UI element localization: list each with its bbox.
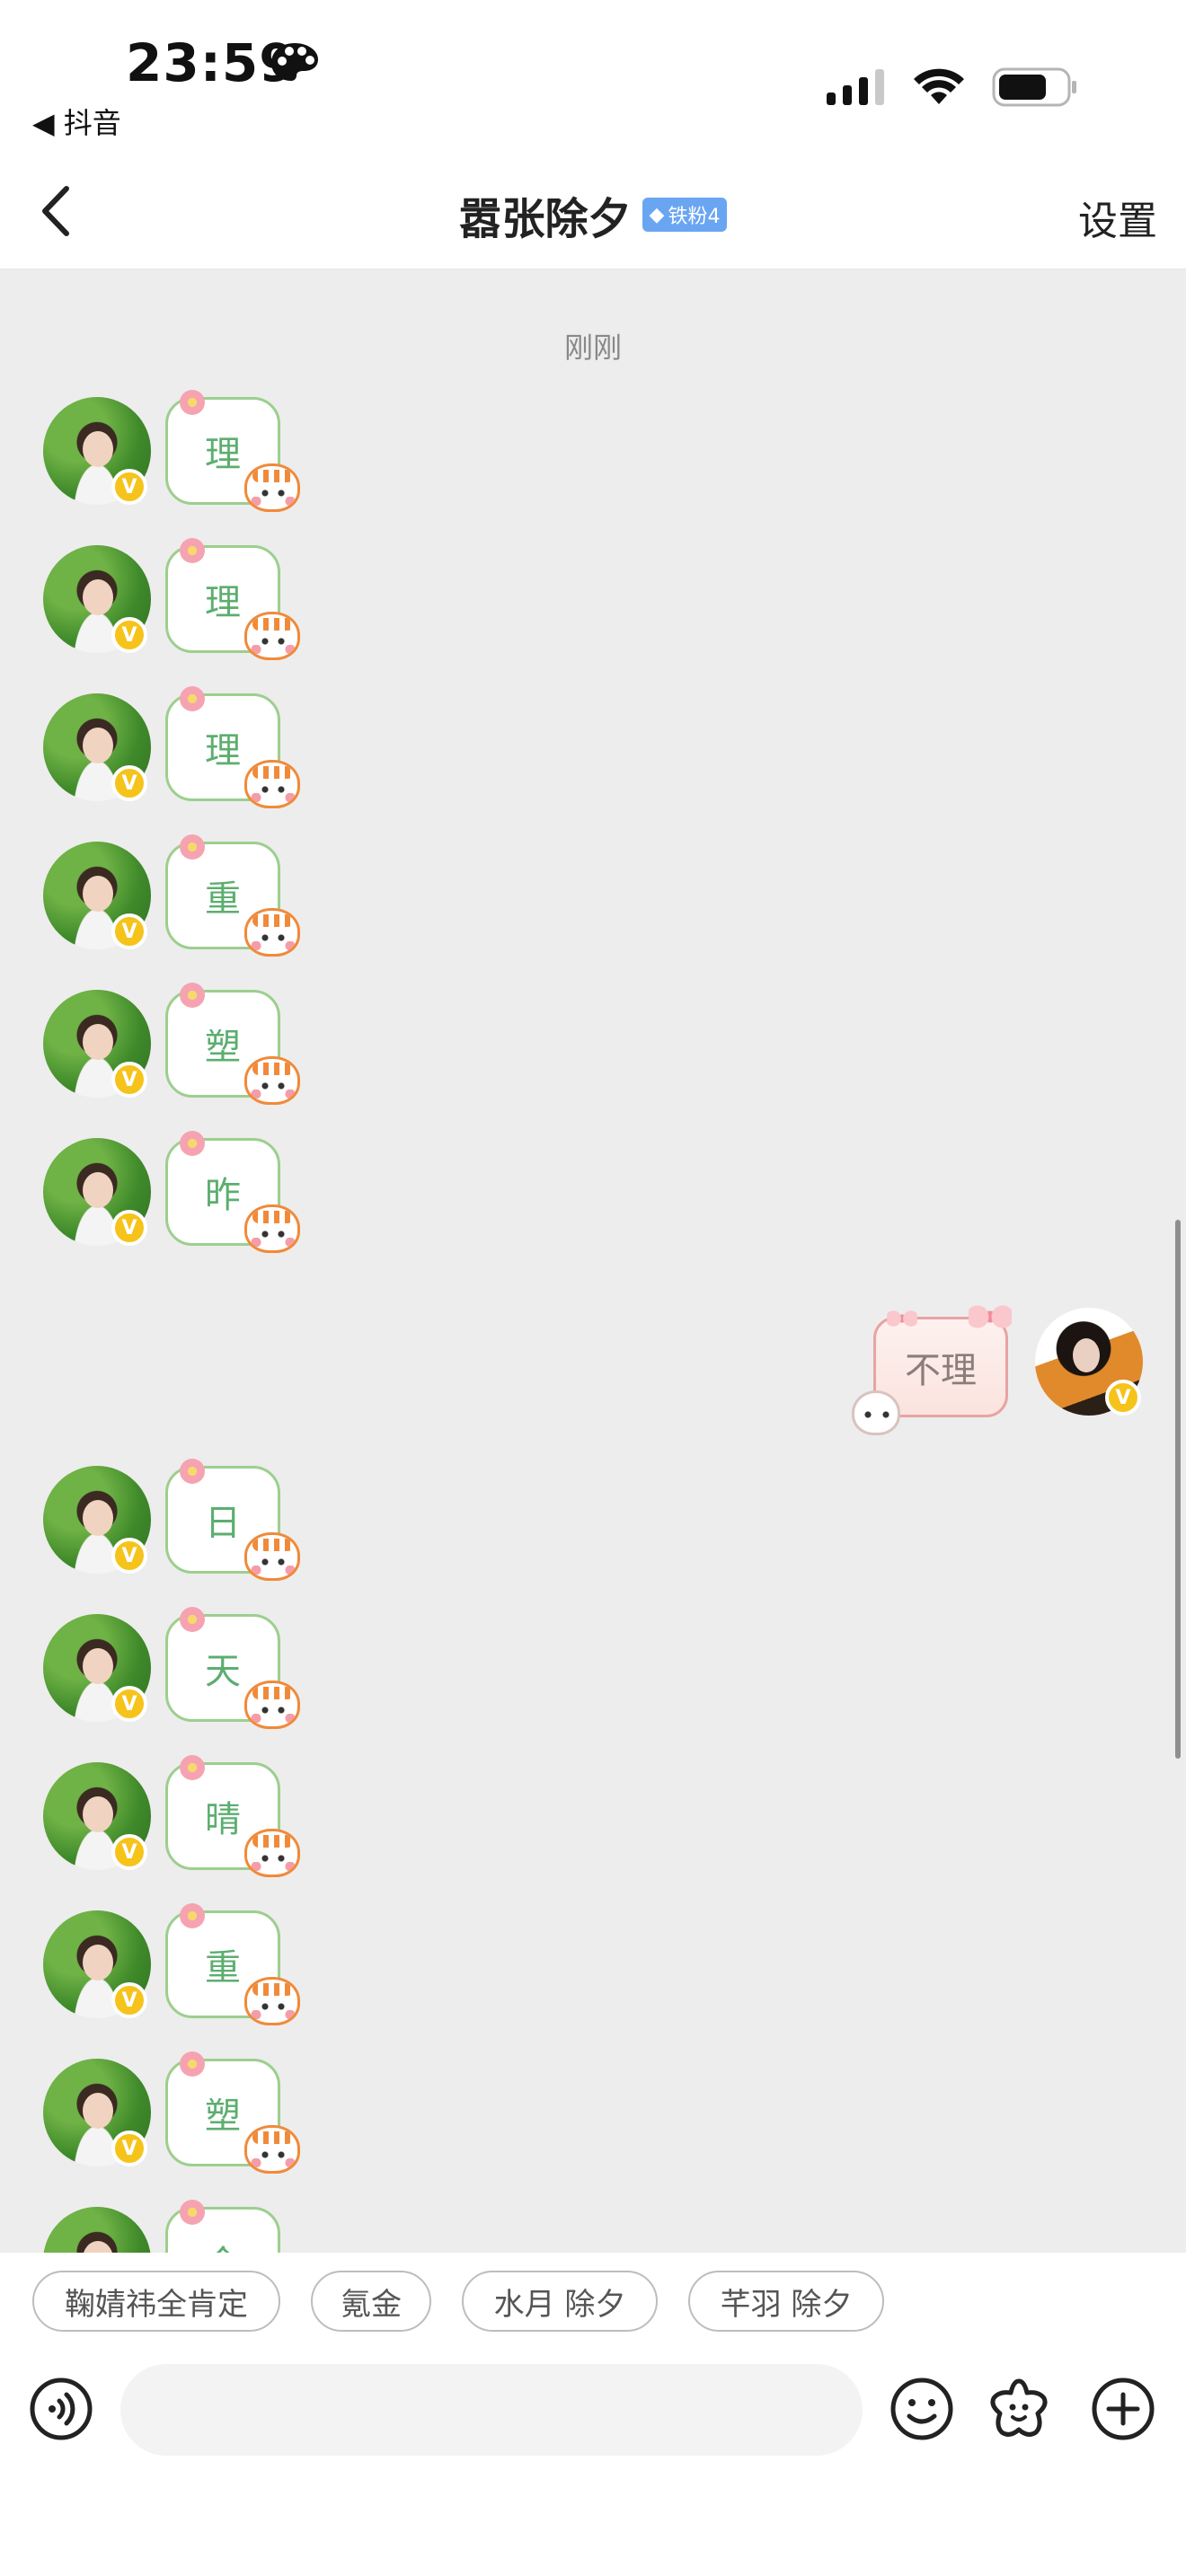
system-icons xyxy=(827,65,1078,110)
fan-level-label: 铁粉4 xyxy=(668,206,721,228)
flower-icon xyxy=(180,2200,205,2225)
cat-sticker-icon xyxy=(244,612,300,660)
fan-level-badge: ◆ 铁粉4 xyxy=(642,198,728,232)
message-row: V 日 xyxy=(0,1459,1186,1610)
message-row: V 理 xyxy=(0,538,1186,689)
message-row: V 塑 xyxy=(0,2051,1186,2202)
cat-sticker-icon xyxy=(244,1977,300,2025)
message-row: V 天 xyxy=(0,1607,1186,1758)
quick-reply-bar: 鞠婧祎全肯定 氪金 水月 除夕 芊羽 除夕 xyxy=(0,2253,1186,2360)
message-row: V 理 xyxy=(0,390,1186,541)
verified-icon: V xyxy=(111,1210,147,1246)
wifi-icon xyxy=(914,68,964,104)
cat-sticker-icon xyxy=(244,463,300,512)
flower-icon xyxy=(180,1131,205,1156)
message-input-bar xyxy=(0,2360,1186,2576)
voice-icon[interactable] xyxy=(29,2377,93,2441)
cat-sticker-icon xyxy=(244,1056,300,1105)
cat-sticker-icon xyxy=(244,1204,300,1253)
bow-icon xyxy=(969,1304,1012,1329)
verified-icon: V xyxy=(111,1982,147,2018)
cat-sticker-icon xyxy=(244,760,300,808)
bow-icon xyxy=(887,1310,917,1328)
settings-button[interactable]: 设置 xyxy=(1078,189,1157,246)
signal-icon xyxy=(827,69,884,105)
message-timestamp: 刚刚 xyxy=(563,331,622,365)
quick-reply-chip[interactable]: 水月 除夕 xyxy=(462,2271,658,2332)
cat-sticker-icon xyxy=(244,1681,300,1729)
message-row-outgoing: 不理 V xyxy=(0,1304,1186,1466)
quick-reply-chip[interactable]: 芊羽 除夕 xyxy=(688,2271,884,2332)
kitty-sticker-icon xyxy=(852,1390,900,1435)
flower-icon xyxy=(180,983,205,1008)
chat-header: 嚣张除夕 ◆ 铁粉4 设置 xyxy=(0,153,1186,269)
emoji-icon[interactable] xyxy=(890,2377,954,2441)
verified-icon: V xyxy=(111,469,147,505)
quick-reply-chip[interactable]: 鞠婧祎全肯定 xyxy=(32,2271,280,2332)
back-to-app-link[interactable]: ◀ 抖音 xyxy=(32,101,121,142)
cat-sticker-icon xyxy=(244,1829,300,1877)
message-row: V 重 xyxy=(0,834,1186,985)
flower-icon xyxy=(180,1607,205,1632)
message-row: V 晴 xyxy=(0,1755,1186,1906)
diamond-icon: ◆ xyxy=(649,203,665,226)
sticker-icon[interactable] xyxy=(987,2377,1051,2441)
flower-icon xyxy=(180,1459,205,1484)
flower-icon xyxy=(180,390,205,415)
verified-icon: V xyxy=(111,913,147,949)
cat-sticker-icon xyxy=(244,2125,300,2174)
verified-icon: V xyxy=(111,1062,147,1098)
chat-area[interactable]: 刚刚 V 理 V 理 V 理 V 重 V 塑 V 昨 不理 V V 日 V 天 … xyxy=(0,269,1186,2253)
flower-icon xyxy=(180,538,205,563)
verified-icon: V xyxy=(111,1538,147,1574)
message-row: V 昨 xyxy=(0,1131,1186,1282)
chat-scrollbar[interactable] xyxy=(1175,1220,1181,1759)
flower-icon xyxy=(180,1903,205,1928)
verified-icon: V xyxy=(111,1834,147,1870)
flower-icon xyxy=(180,834,205,860)
verified-icon: V xyxy=(111,765,147,801)
message-row: V 重 xyxy=(0,1903,1186,2054)
contact-avatar[interactable] xyxy=(43,2207,151,2253)
battery-icon xyxy=(992,67,1076,107)
flower-icon xyxy=(180,2051,205,2077)
verified-icon: V xyxy=(1105,1380,1141,1416)
message-input[interactable] xyxy=(120,2364,863,2456)
cat-sticker-icon xyxy=(244,908,300,957)
flower-icon xyxy=(180,1755,205,1780)
contact-name: 嚣张除夕 xyxy=(458,194,632,244)
verified-icon: V xyxy=(111,617,147,653)
verified-icon: V xyxy=(111,2130,147,2166)
palette-icon xyxy=(271,43,318,81)
status-bar: 23:59 ◀ 抖音 xyxy=(0,0,1186,153)
message-row: V 今 xyxy=(0,2200,1186,2253)
plus-icon[interactable] xyxy=(1091,2377,1155,2441)
message-row: V 塑 xyxy=(0,983,1186,1134)
quick-reply-chip[interactable]: 氪金 xyxy=(311,2271,431,2332)
cat-sticker-icon xyxy=(244,1532,300,1581)
message-row: V 理 xyxy=(0,686,1186,837)
verified-icon: V xyxy=(111,1686,147,1722)
chat-title[interactable]: 嚣张除夕 ◆ 铁粉4 xyxy=(0,183,1186,246)
flower-icon xyxy=(180,686,205,711)
